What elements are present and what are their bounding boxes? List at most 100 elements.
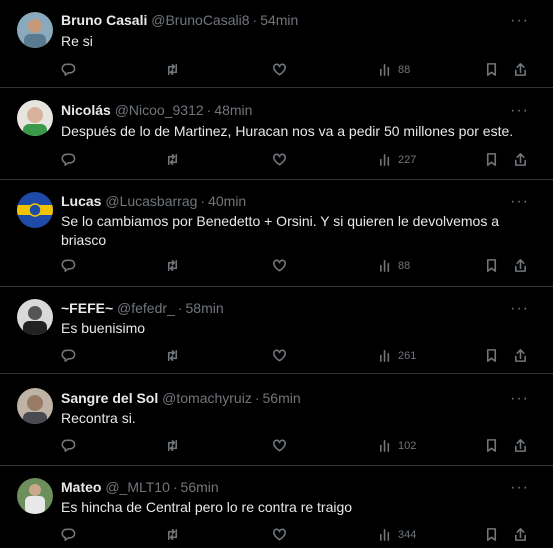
replies-feed: Bruno Casali @BrunoCasali8 · 54min ··· Re …: [0, 0, 553, 548]
views-icon: [380, 529, 390, 541]
avatar[interactable]: [17, 192, 53, 228]
views-count: 88: [398, 259, 411, 272]
reply-item[interactable]: Mateo @_MLT10 · 56min ··· Es hincha de Cen…: [0, 466, 553, 548]
post-time[interactable]: 40min: [208, 193, 246, 209]
bookmark-icon[interactable]: [484, 62, 499, 77]
post-time[interactable]: 56min: [181, 479, 219, 495]
bookmark-icon[interactable]: [484, 438, 499, 453]
author-name[interactable]: Bruno Casali: [61, 12, 147, 28]
reply-text: Después de lo de Martinez, Huracan nos v…: [61, 123, 514, 139]
retweet-icon[interactable]: [165, 62, 180, 77]
reply-icon[interactable]: [61, 62, 76, 77]
share-icon[interactable]: [513, 348, 528, 363]
more-icon[interactable]: ···: [510, 103, 529, 119]
views-button[interactable]: 88: [378, 258, 410, 273]
views-icon: [380, 260, 390, 272]
reply-header: Mateo @_MLT10 · 56min: [61, 479, 219, 495]
more-icon[interactable]: ···: [510, 301, 529, 317]
reply-item[interactable]: Nicolás @Nicoo_9312 · 48min ··· Después de…: [0, 88, 553, 180]
share-icon[interactable]: [513, 527, 528, 542]
avatar[interactable]: [17, 299, 53, 335]
separator-dot: ·: [252, 12, 258, 28]
share-icon[interactable]: [513, 438, 528, 453]
reply-text: Es hincha de Central pero lo re contra r…: [61, 499, 353, 515]
separator-dot: ·: [206, 102, 212, 118]
reply-header: Nicolás @Nicoo_9312 · 48min: [61, 102, 252, 118]
author-handle[interactable]: @BrunoCasali8: [151, 12, 249, 28]
post-time[interactable]: 58min: [186, 300, 224, 316]
author-name[interactable]: Mateo: [61, 479, 101, 495]
reply-item[interactable]: ~FEFE~ @fefedr_ · 58min ··· Es buenisimo 2…: [0, 287, 553, 374]
author-name[interactable]: Sangre del Sol: [61, 390, 158, 406]
heart-icon[interactable]: [272, 438, 287, 453]
avatar[interactable]: [17, 478, 53, 514]
author-handle[interactable]: @Lucasbarrag: [105, 193, 197, 209]
action-bar: 88: [0, 258, 553, 278]
bookmark-icon[interactable]: [484, 152, 499, 167]
post-time[interactable]: 54min: [260, 12, 298, 28]
reply-header: Lucas @Lucasbarrag · 40min: [61, 193, 246, 209]
retweet-icon[interactable]: [165, 152, 180, 167]
reply-icon[interactable]: [61, 438, 76, 453]
post-time[interactable]: 48min: [214, 102, 252, 118]
views-count: 261: [398, 349, 417, 362]
reply-text: Se lo cambiamos por Benedetto + Orsini. …: [61, 213, 499, 248]
views-icon: [380, 64, 390, 76]
reply-item[interactable]: Lucas @Lucasbarrag · 40min ··· Se lo cambi…: [0, 180, 553, 287]
author-name[interactable]: Lucas: [61, 193, 101, 209]
views-count: 88: [398, 63, 411, 76]
avatar[interactable]: [17, 388, 53, 424]
author-name[interactable]: ~FEFE~: [61, 300, 113, 316]
retweet-icon[interactable]: [165, 348, 180, 363]
more-icon[interactable]: ···: [510, 13, 529, 29]
reply-icon[interactable]: [61, 152, 76, 167]
heart-icon[interactable]: [272, 348, 287, 363]
avatar[interactable]: [17, 12, 53, 48]
heart-icon[interactable]: [272, 62, 287, 77]
separator-dot: ·: [177, 300, 183, 316]
reply-header: ~FEFE~ @fefedr_ · 58min: [61, 300, 224, 316]
more-icon[interactable]: ···: [510, 391, 529, 407]
reply-icon[interactable]: [61, 348, 76, 363]
more-icon[interactable]: ···: [510, 480, 529, 496]
author-handle[interactable]: @_MLT10: [105, 479, 170, 495]
author-handle[interactable]: @Nicoo_9312: [115, 102, 204, 118]
heart-icon[interactable]: [272, 258, 287, 273]
bookmark-icon[interactable]: [484, 258, 499, 273]
retweet-icon[interactable]: [165, 527, 180, 542]
bookmark-icon[interactable]: [484, 348, 499, 363]
views-icon: [380, 154, 390, 166]
action-bar: 227: [0, 152, 553, 172]
action-bar: 102: [0, 438, 553, 458]
retweet-icon[interactable]: [165, 438, 180, 453]
more-icon[interactable]: ···: [510, 194, 529, 210]
share-icon[interactable]: [513, 62, 528, 77]
heart-icon[interactable]: [272, 527, 287, 542]
avatar[interactable]: [17, 100, 53, 136]
views-count: 344: [398, 528, 417, 541]
reply-header: Bruno Casali @BrunoCasali8 · 54min: [61, 12, 298, 28]
views-button[interactable]: 227: [378, 152, 416, 167]
views-button[interactable]: 88: [378, 62, 410, 77]
reply-icon[interactable]: [61, 258, 76, 273]
post-time[interactable]: 56min: [263, 390, 301, 406]
separator-dot: ·: [172, 479, 178, 495]
reply-item[interactable]: Bruno Casali @BrunoCasali8 · 54min ··· Re …: [0, 0, 553, 88]
share-icon[interactable]: [513, 152, 528, 167]
heart-icon[interactable]: [272, 152, 287, 167]
retweet-icon[interactable]: [165, 258, 180, 273]
views-button[interactable]: 261: [378, 348, 416, 363]
reply-icon[interactable]: [61, 527, 76, 542]
author-name[interactable]: Nicolás: [61, 102, 111, 118]
views-count: 102: [398, 439, 417, 452]
views-button[interactable]: 102: [378, 438, 416, 453]
reply-text: Re si: [61, 33, 93, 49]
reply-item[interactable]: Sangre del Sol @tomachyruiz · 56min ··· Re…: [0, 374, 553, 466]
author-handle[interactable]: @tomachyruiz: [162, 390, 252, 406]
views-button[interactable]: 344: [378, 527, 416, 542]
bookmark-icon[interactable]: [484, 527, 499, 542]
author-handle[interactable]: @fefedr_: [117, 300, 175, 316]
reply-text: Es buenisimo: [61, 320, 146, 336]
share-icon[interactable]: [513, 258, 528, 273]
action-bar: 88: [0, 62, 553, 82]
